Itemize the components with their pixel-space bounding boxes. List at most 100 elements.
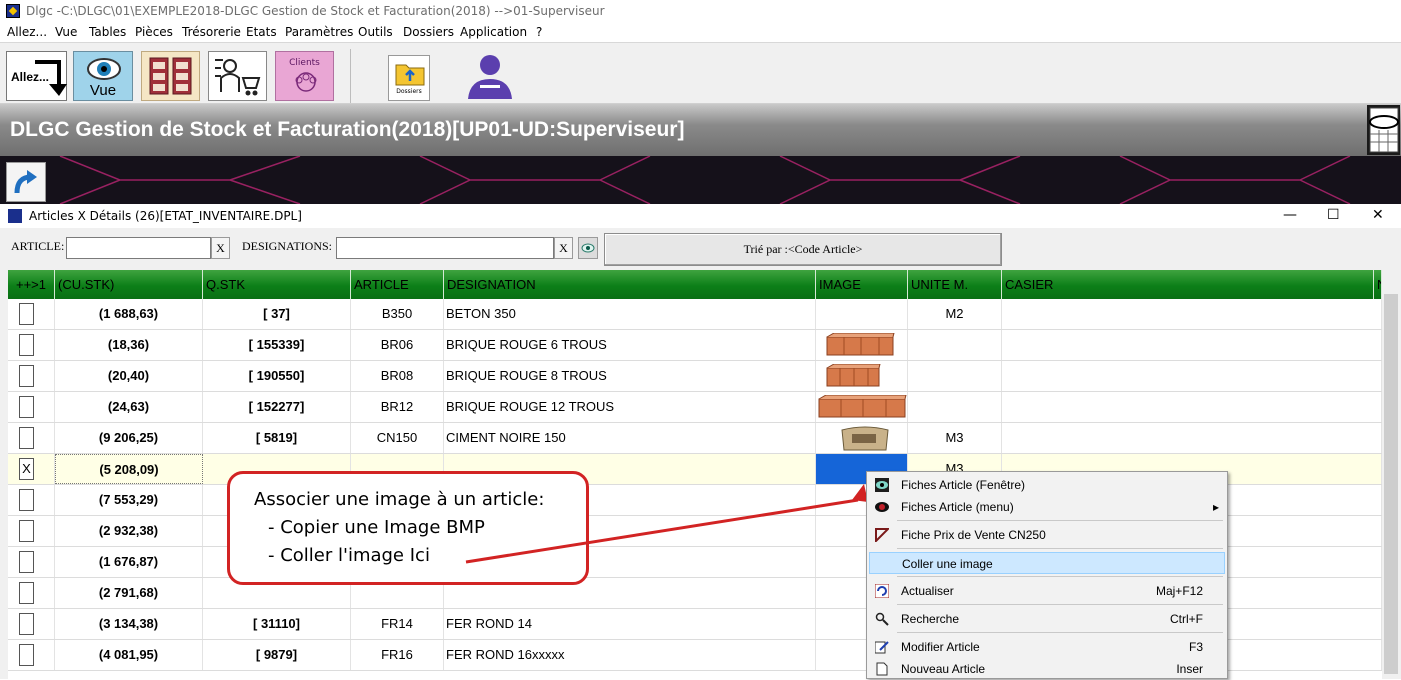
- row-checkbox[interactable]: [19, 427, 34, 449]
- row-checkbox[interactable]: [19, 303, 34, 325]
- column-header-image[interactable]: IMAGE: [816, 270, 908, 299]
- select-cell[interactable]: X: [8, 454, 55, 484]
- select-cell[interactable]: [8, 640, 55, 670]
- close-icon[interactable]: ✕: [1372, 207, 1384, 223]
- column-header-custk[interactable]: (CU.STK): [55, 270, 203, 299]
- inventory-button[interactable]: [208, 51, 267, 101]
- eye-icon: [875, 478, 889, 492]
- column-header-qstk[interactable]: Q.STK: [203, 270, 351, 299]
- image-cell[interactable]: [816, 392, 908, 422]
- edit-icon: [875, 641, 889, 654]
- article-filter-input[interactable]: [66, 237, 211, 259]
- window-icon: [8, 209, 22, 223]
- vue-button[interactable]: Vue: [73, 51, 133, 101]
- menu-outils[interactable]: Outils: [358, 25, 393, 39]
- column-header-article[interactable]: ARTICLE: [351, 270, 444, 299]
- menu-vue[interactable]: Vue: [55, 25, 77, 39]
- tables-button[interactable]: [141, 51, 200, 101]
- clear-article-button[interactable]: X: [211, 237, 230, 259]
- row-checkbox[interactable]: [19, 644, 34, 666]
- view-filter-button[interactable]: [578, 237, 598, 259]
- select-cell[interactable]: [8, 392, 55, 422]
- menu-item-shortcut: Ctrl+F: [1170, 612, 1203, 626]
- designations-filter-input[interactable]: [336, 237, 554, 259]
- calendar-icon[interactable]: [1366, 104, 1401, 156]
- clear-designations-button[interactable]: X: [554, 237, 573, 259]
- row-checkbox[interactable]: [19, 613, 34, 635]
- clients-button[interactable]: Clients: [275, 51, 334, 101]
- menu-application[interactable]: Application: [460, 25, 527, 39]
- row-checkbox[interactable]: X: [19, 458, 34, 480]
- row-checkbox[interactable]: [19, 396, 34, 418]
- select-cell[interactable]: [8, 578, 55, 608]
- row-checkbox[interactable]: [19, 334, 34, 356]
- row-checkbox[interactable]: [19, 520, 34, 542]
- row-checkbox[interactable]: [19, 365, 34, 387]
- app-icon[interactable]: [6, 4, 20, 18]
- menu-tresorerie[interactable]: Trésorerie: [182, 25, 241, 39]
- menu-item-label: Modifier Article: [901, 640, 980, 654]
- menu-allez[interactable]: Allez...: [7, 25, 47, 39]
- minimize-icon[interactable]: —: [1283, 207, 1297, 223]
- column-header-designation[interactable]: DESIGNATION: [444, 270, 816, 299]
- menu-dossiers[interactable]: Dossiers: [403, 25, 454, 39]
- qstk-cell: [ 152277]: [203, 392, 351, 422]
- select-cell[interactable]: [8, 299, 55, 329]
- menu-etats[interactable]: Etats: [246, 25, 277, 39]
- menu-item-nouveau[interactable]: Nouveau Article Inser: [869, 658, 1225, 680]
- menu-parametres[interactable]: Paramètres: [285, 25, 353, 39]
- column-header-select[interactable]: ++>1: [8, 270, 55, 299]
- select-cell[interactable]: [8, 423, 55, 453]
- image-cell[interactable]: [816, 361, 908, 391]
- menu-item-fiches-fenetre[interactable]: Fiches Article (Fenêtre): [869, 474, 1225, 496]
- maximize-icon[interactable]: ☐: [1327, 207, 1340, 223]
- table-row[interactable]: (20,40)[ 190550] BR08 BRIQUE ROUGE 8 TROUS: [8, 361, 1382, 392]
- table-row[interactable]: (9 206,25)[ 5819] CN150 CIMENT NOIRE 150 M3: [8, 423, 1382, 454]
- designations-filter-label: DESIGNATIONS:: [242, 239, 332, 253]
- menu-item-coller-image[interactable]: Coller une image: [869, 552, 1225, 574]
- sort-button[interactable]: Trié par :<Code Article>: [604, 233, 1002, 266]
- allez-button[interactable]: Allez...: [6, 51, 67, 101]
- back-button[interactable]: [6, 162, 46, 202]
- table-row[interactable]: (18,36)[ 155339] BR06 BRIQUE ROUGE 6 TROUS: [8, 330, 1382, 361]
- table-row[interactable]: (24,63)[ 152277] BR12 BRIQUE ROUGE 12 TROU…: [8, 392, 1382, 423]
- row-checkbox[interactable]: [19, 489, 34, 511]
- column-header-n[interactable]: N: [1374, 270, 1382, 299]
- select-cell[interactable]: [8, 361, 55, 391]
- select-cell[interactable]: [8, 485, 55, 515]
- column-header-unite[interactable]: UNITE M.: [908, 270, 1002, 299]
- menu-item-recherche[interactable]: Recherche Ctrl+F: [869, 608, 1225, 630]
- select-cell[interactable]: [8, 516, 55, 546]
- select-cell[interactable]: [8, 609, 55, 639]
- select-cell[interactable]: [8, 547, 55, 577]
- menu-pieces[interactable]: Pièces: [135, 25, 173, 39]
- menu-tables[interactable]: Tables: [89, 25, 126, 39]
- vertical-scrollbar[interactable]: [1382, 270, 1401, 679]
- user-avatar-icon: [468, 55, 512, 99]
- image-cell[interactable]: [816, 423, 908, 453]
- unite-cell: [908, 330, 1002, 360]
- designation-cell: CIMENT NOIRE 150: [444, 423, 816, 453]
- curved-arrow-icon: [14, 170, 37, 194]
- user-button[interactable]: [462, 51, 518, 101]
- menu-item-actualiser[interactable]: Actualiser Maj+F12: [869, 580, 1225, 602]
- select-cell[interactable]: [8, 330, 55, 360]
- menu-item-label: Fiche Prix de Vente CN250: [901, 528, 1046, 542]
- menu-help[interactable]: ?: [536, 25, 542, 39]
- menu-item-fiche-prix[interactable]: Fiche Prix de Vente CN250: [869, 524, 1225, 546]
- image-cell[interactable]: [816, 299, 908, 329]
- table-row[interactable]: (1 688,63)[ 37] B350 BETON 350 M2: [8, 299, 1382, 330]
- image-cell[interactable]: [816, 330, 908, 360]
- unite-cell: M3: [908, 423, 1002, 453]
- row-checkbox[interactable]: [19, 582, 34, 604]
- annotation-callout: Associer une image à un article: - Copie…: [227, 471, 589, 585]
- dossiers-button[interactable]: Dossiers: [388, 55, 430, 101]
- column-header-casier[interactable]: CASIER: [1002, 270, 1374, 299]
- row-checkbox[interactable]: [19, 551, 34, 573]
- menu-separator: [897, 576, 1223, 577]
- menu-item-modifier[interactable]: Modifier Article F3: [869, 636, 1225, 658]
- scrollbar-thumb[interactable]: [1384, 294, 1398, 674]
- context-menu: Fiches Article (Fenêtre) Fiches Article …: [866, 471, 1228, 679]
- menu-item-fiches-menu[interactable]: Fiches Article (menu) ▸: [869, 496, 1225, 518]
- custk-cell: (4 081,95): [55, 640, 203, 670]
